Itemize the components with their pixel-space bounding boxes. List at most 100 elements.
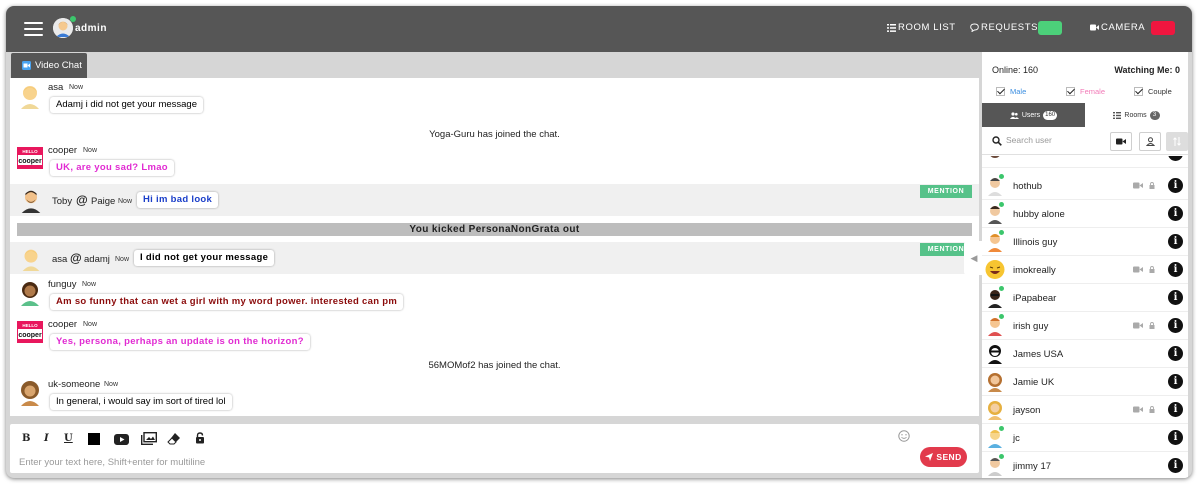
user-avatar[interactable]: HELLO cooper — [16, 318, 44, 346]
filter-female[interactable]: Female — [1066, 87, 1105, 96]
user-avatar[interactable] — [18, 187, 44, 213]
checkbox[interactable] — [1066, 87, 1075, 96]
user-avatar — [988, 373, 1002, 392]
eraser-icon[interactable] — [167, 432, 181, 445]
message-time: Now — [83, 321, 98, 328]
chat-log[interactable]: asa Now Adamj i did not get your message… — [10, 78, 979, 416]
online-status-dot — [999, 286, 1004, 291]
color-swatch-icon[interactable] — [88, 433, 100, 445]
message-username[interactable]: cooper — [48, 319, 77, 330]
list-item[interactable]: Jamie UK i — [982, 368, 1188, 396]
tab-video-chat[interactable]: Video Chat — [11, 53, 87, 78]
user-avatar[interactable] — [18, 245, 44, 271]
chat-message: funguy Now Am so funny that can wet a gi… — [10, 275, 979, 315]
camera-button[interactable]: CAMERA — [1090, 22, 1145, 33]
list-item[interactable]: jc i — [982, 424, 1188, 452]
info-icon[interactable]: i — [1168, 234, 1183, 249]
smiley-icon[interactable] — [898, 430, 910, 442]
info-icon[interactable]: i — [1168, 430, 1183, 445]
user-name: James USA — [1013, 349, 1064, 360]
svg-text:cooper: cooper — [18, 332, 42, 339]
list-item[interactable]: jimmy 17 i — [982, 452, 1188, 478]
user-avatar — [988, 401, 1002, 420]
bold-icon[interactable]: B — [22, 433, 30, 444]
list-item[interactable]: hothub i — [982, 172, 1188, 200]
mention-target[interactable]: adamj — [84, 254, 110, 265]
message-text: Am so funny that can wet a girl with my … — [50, 294, 404, 310]
room-list-button[interactable]: ROOM LIST — [887, 22, 956, 33]
send-button[interactable]: SEND — [920, 447, 967, 467]
list-item[interactable]: James USA i — [982, 340, 1188, 368]
video-chat-icon — [22, 61, 31, 70]
send-label: SEND — [936, 452, 962, 462]
filter-male[interactable]: Male — [996, 87, 1026, 96]
tab-users[interactable]: Users 160 — [982, 103, 1085, 127]
camera-icon — [1090, 24, 1099, 31]
underline-icon[interactable]: U — [64, 433, 73, 444]
list-item[interactable]: i — [982, 156, 1188, 168]
filter-webcam-button[interactable] — [1110, 132, 1132, 151]
message-username[interactable]: funguy — [48, 279, 77, 290]
filter-couple[interactable]: Couple — [1134, 87, 1172, 96]
user-avatar — [990, 156, 1000, 158]
user-status-icons — [1133, 322, 1155, 329]
user-avatar[interactable] — [16, 278, 44, 306]
user-name: imokreally — [1013, 265, 1056, 276]
list-item[interactable]: jayson i — [982, 396, 1188, 424]
hamburger-icon[interactable] — [24, 22, 43, 36]
italic-icon[interactable]: I — [44, 433, 49, 444]
filter-user-button[interactable] — [1139, 132, 1161, 151]
mention-target[interactable]: Paige — [91, 196, 115, 207]
info-icon[interactable]: i — [1168, 156, 1183, 161]
search-icon — [992, 136, 1002, 146]
list-item[interactable]: iPapabear i — [982, 284, 1188, 312]
user-avatar[interactable]: HELLO cooper — [16, 144, 44, 172]
user-avatar[interactable] — [16, 378, 44, 406]
lock-icon[interactable] — [195, 432, 205, 444]
user-name: irish guy — [1013, 321, 1049, 332]
message-input[interactable] — [19, 455, 909, 469]
caret-left-icon: ◀ — [970, 252, 978, 263]
tab-rooms[interactable]: Rooms 3 — [1085, 103, 1188, 127]
message-username[interactable]: asa — [48, 82, 63, 93]
sort-button[interactable] — [1166, 132, 1188, 151]
list-item[interactable]: Illinois guy i — [982, 228, 1188, 256]
message-username[interactable]: Toby — [52, 196, 72, 207]
info-icon[interactable]: i — [1168, 178, 1183, 193]
user-avatar[interactable] — [16, 81, 44, 109]
info-icon[interactable]: i — [1168, 206, 1183, 221]
requests-button[interactable]: REQUESTS — [970, 22, 1038, 33]
info-icon[interactable]: i — [1168, 262, 1183, 277]
message-username[interactable]: uk-someone — [48, 379, 100, 390]
collapse-sidebar-button[interactable]: ◀ — [964, 241, 984, 275]
info-icon[interactable]: i — [1168, 402, 1183, 417]
message-username[interactable]: cooper — [48, 145, 77, 156]
mention-message: Toby @ Paige Now Hi im bad look MENTION — [10, 184, 979, 216]
youtube-icon[interactable] — [114, 434, 129, 445]
checkbox[interactable] — [1134, 87, 1143, 96]
message-time: Now — [104, 381, 119, 388]
list-item[interactable]: irish guy i — [982, 312, 1188, 340]
online-status-dot — [999, 314, 1004, 319]
user-status-icons — [1133, 182, 1155, 189]
filter-label: Female — [1080, 87, 1106, 96]
requests-toggle[interactable] — [1038, 21, 1062, 35]
info-icon[interactable]: i — [1168, 374, 1183, 389]
user-name: iPapabear — [1013, 293, 1057, 304]
username[interactable]: admin — [75, 23, 107, 34]
info-icon[interactable]: i — [1168, 318, 1183, 333]
message-time: Now — [69, 84, 84, 91]
requests-label: REQUESTS — [981, 22, 1039, 33]
image-icon[interactable] — [141, 432, 157, 445]
list-item[interactable]: imokreally i — [982, 256, 1188, 284]
tab-users-label: Users — [1021, 111, 1041, 119]
checkbox[interactable] — [996, 87, 1005, 96]
camera-toggle[interactable] — [1151, 21, 1175, 35]
user-list[interactable]: i hothub i hubby alone i — [982, 156, 1188, 478]
list-item[interactable]: hubby alone i — [982, 200, 1188, 228]
message-username[interactable]: asa — [52, 254, 67, 265]
info-icon[interactable]: i — [1168, 290, 1183, 305]
info-icon[interactable]: i — [1168, 458, 1183, 473]
search-input[interactable] — [1006, 135, 1102, 145]
info-icon[interactable]: i — [1168, 346, 1183, 361]
